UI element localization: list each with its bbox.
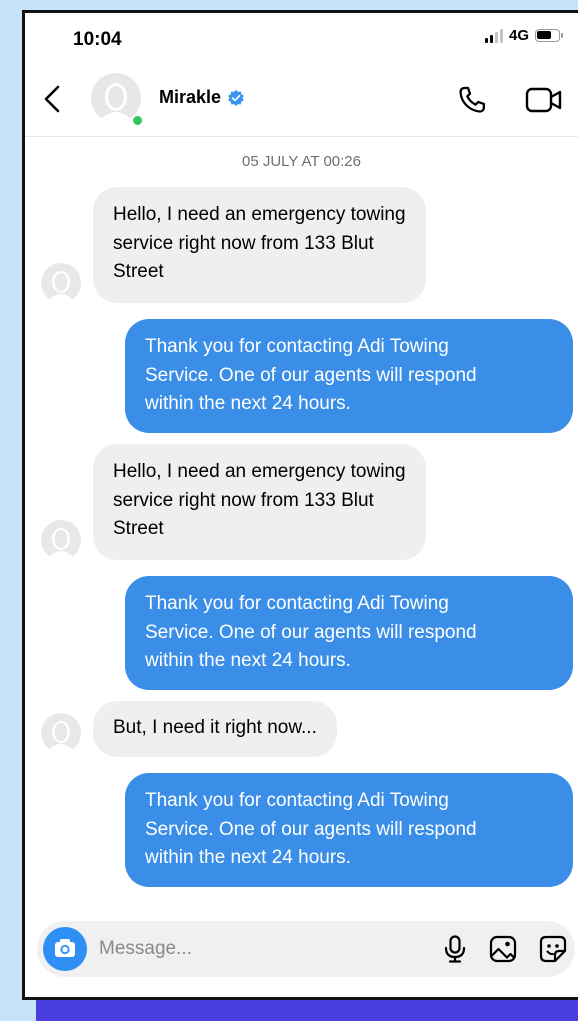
online-status-dot [131,114,144,127]
camera-icon [55,939,75,957]
sticker-icon [539,935,567,963]
verified-badge-icon [228,89,244,106]
outgoing-message-bubble[interactable]: Thank you for contacting Adi Towing Serv… [125,773,573,887]
message-line: within the next 24 hours. [145,847,351,868]
incoming-message-bubble[interactable]: Hello, I need an emergency towing servic… [93,187,426,303]
message-line: service right now from 133 Blut [113,232,374,254]
incoming-message-bubble[interactable]: But, I need it right now... [93,701,337,757]
contact-name-link[interactable]: Mirakle [159,87,245,108]
chat-header: Mirakle [25,65,578,137]
message-line: But, I need it right now... [113,717,317,738]
message-line: within the next 24 hours. [145,650,351,671]
message-composer [37,921,575,977]
sticker-button[interactable] [537,933,569,965]
background-bar [36,998,578,1021]
message-line: Service. One of our agents will respond [145,621,477,643]
voice-message-button[interactable] [439,933,471,965]
conversation-timestamp: 05 JULY AT 00:26 [242,153,361,170]
sender-avatar[interactable] [41,713,81,753]
phone-screen: 10:04 4G Mirakle 05 JULY AT 00:26 Hello,… [22,10,578,1000]
status-indicators: 4G [484,27,563,44]
message-line: within the next 24 hours. [145,393,351,414]
contact-name: Mirakle [159,87,222,107]
phone-icon [459,86,486,113]
microphone-icon [444,935,466,963]
video-camera-icon [525,87,562,113]
message-line: service right now from 133 Blut [113,489,374,511]
message-input[interactable] [99,935,399,963]
message-line: Thank you for contacting Adi Towing [145,593,449,614]
message-line: Thank you for contacting Adi Towing [145,336,449,357]
message-line: Hello, I need an emergency towing [113,461,406,482]
sender-avatar[interactable] [41,263,81,303]
sender-avatar[interactable] [41,520,81,560]
message-line: Thank you for contacting Adi Towing [145,790,449,811]
network-label: 4G [508,27,529,44]
image-icon [489,935,517,963]
incoming-message-bubble[interactable]: Hello, I need an emergency towing servic… [93,444,426,560]
signal-icon [484,28,503,43]
back-arrow-icon [44,85,60,113]
outgoing-message-bubble[interactable]: Thank you for contacting Adi Towing Serv… [125,319,573,433]
message-line: Hello, I need an emergency towing [113,204,406,225]
status-time: 10:04 [73,29,122,50]
voice-call-button[interactable] [455,83,489,117]
message-line: Street [113,518,164,539]
contact-avatar-button[interactable] [91,73,144,127]
outgoing-message-bubble[interactable]: Thank you for contacting Adi Towing Serv… [125,576,573,690]
message-line: Service. One of our agents will respond [145,364,477,386]
gallery-button[interactable] [487,933,519,965]
message-line: Street [113,261,164,282]
status-bar: 10:04 4G [25,13,578,65]
video-call-button[interactable] [525,85,563,115]
back-button[interactable] [39,81,67,117]
message-line: Service. One of our agents will respond [145,818,477,840]
battery-icon [535,29,563,42]
camera-button[interactable] [43,927,87,971]
